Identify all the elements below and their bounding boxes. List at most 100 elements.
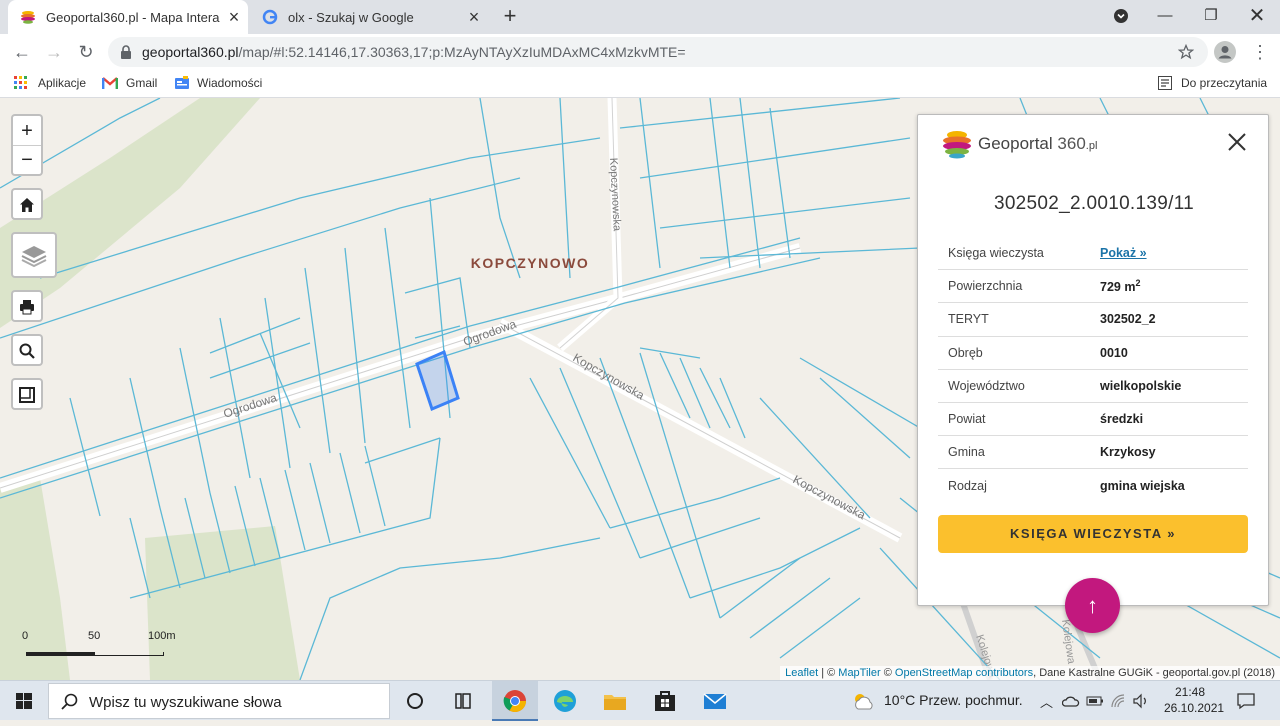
- tab-geoportal[interactable]: Geoportal360.pl - Mapa Interaktywna ×: [8, 0, 248, 34]
- news-icon: [175, 76, 189, 89]
- attr-row: Rodzaj gmina wiejska: [948, 478, 1185, 493]
- parcel-attributes: Księga wieczysta Pokaż » Powierzchnia 729 …: [938, 237, 1248, 503]
- selected-parcel[interactable]: [415, 349, 460, 412]
- taskbar-search-input[interactable]: Wpisz tu wyszukiwane słowa: [48, 683, 390, 719]
- bookmark-label: Wiadomości: [197, 76, 263, 90]
- geoportal-logo-icon: [21, 11, 35, 24]
- bookmark-label: Aplikacje: [38, 76, 87, 90]
- scroll-up-button[interactable]: ↑: [1065, 578, 1120, 633]
- tab-google[interactable]: olx - Szukaj w Google ×: [250, 0, 488, 34]
- weather-cloud-icon[interactable]: [852, 691, 876, 711]
- attr-row: Powierzchnia 729 m2: [938, 270, 1248, 304]
- osm-link[interactable]: OpenStreetMap contributors: [895, 667, 1033, 679]
- attribution-text: , Dane Kastralne GUGiK - geoportal.gov.p…: [1033, 667, 1275, 679]
- printer-icon: [20, 300, 34, 315]
- maptiler-link[interactable]: MapTiler: [838, 667, 880, 679]
- attr-row: Województwo wielkopolskie: [938, 370, 1248, 403]
- tab-title: Geoportal360.pl - Mapa Interaktywna: [46, 9, 220, 25]
- chevron-up-icon[interactable]: ︿: [1040, 692, 1053, 711]
- measure-button[interactable]: [11, 378, 43, 410]
- battery-icon[interactable]: [1086, 694, 1104, 708]
- scale-bar: [26, 652, 164, 656]
- home-button[interactable]: [11, 188, 43, 220]
- land-register-link[interactable]: Pokaż »: [1100, 246, 1147, 260]
- map-attribution: Leaflet | © MapTiler © OpenStreetMap con…: [780, 666, 1280, 680]
- zoom-in-button[interactable]: +: [13, 116, 41, 146]
- attr-row: Powiat średzki: [938, 403, 1248, 437]
- attr-row: Gmina Krzykosy: [938, 436, 1248, 470]
- close-window-button[interactable]: ✕: [1234, 0, 1280, 34]
- windows-start-icon[interactable]: [7, 685, 41, 717]
- geoportal-logo-icon: [943, 131, 971, 159]
- bookmark-label: Gmail: [126, 76, 158, 90]
- bookmark-gmail[interactable]: Gmail: [102, 76, 157, 90]
- cortana-icon[interactable]: [398, 685, 432, 717]
- reading-list-label: Do przeczytania: [1181, 76, 1268, 90]
- tab-search-button[interactable]: [1098, 0, 1144, 34]
- notifications-icon[interactable]: [1236, 691, 1256, 711]
- zoom-control: + −: [11, 114, 43, 176]
- task-view-icon[interactable]: [446, 685, 480, 717]
- edge-icon[interactable]: [548, 685, 582, 717]
- close-tab-icon[interactable]: ×: [460, 7, 488, 28]
- chevron-down-icon: [1114, 9, 1128, 24]
- search-placeholder: Wpisz tu wyszukiwane słowa: [89, 694, 282, 711]
- green-area: [0, 478, 70, 680]
- chrome-taskbar-button[interactable]: [492, 681, 538, 721]
- street-label: Kopczynowska: [607, 158, 623, 233]
- reading-list-button[interactable]: Do przeczytania: [1158, 76, 1267, 90]
- menu-dots-icon[interactable]: ⋮: [1246, 38, 1274, 66]
- bookmark-apps[interactable]: Aplikacje: [14, 76, 86, 90]
- parcel-info-panel: Geoportal 360.pl 302502_2.0010.139/11 Ks…: [917, 114, 1269, 606]
- ruler-icon: [19, 387, 35, 403]
- chrome-icon: [503, 690, 526, 712]
- mail-icon[interactable]: [698, 685, 732, 717]
- street-label: Kopczynowska: [571, 350, 648, 402]
- bookmark-news[interactable]: Wiadomości: [174, 76, 262, 90]
- clock-date: 26.10.2021: [1164, 701, 1225, 715]
- minimize-button[interactable]: —: [1142, 0, 1188, 34]
- green-area: [145, 526, 300, 680]
- omnibox[interactable]: geoportal360.pl/map/#l:52.14146,17.30363…: [108, 37, 1208, 67]
- reload-button[interactable]: ↻: [72, 38, 100, 66]
- geoportal-logo: Geoportal 360.pl: [942, 129, 1097, 159]
- new-tab-button[interactable]: +: [498, 4, 522, 30]
- forward-button[interactable]: →: [40, 38, 68, 66]
- system-clock[interactable]: 21:48 26.10.2021: [1164, 684, 1225, 716]
- apps-grid-icon: [14, 76, 27, 89]
- back-button[interactable]: ←: [8, 38, 36, 66]
- print-button[interactable]: [11, 290, 43, 322]
- lock-icon[interactable]: [120, 45, 132, 59]
- street-label: Kopczynowska: [791, 472, 869, 522]
- weather-text[interactable]: 10°C Przew. pochmur.: [884, 692, 1023, 708]
- attr-row: Księga wieczysta Pokaż »: [938, 237, 1248, 271]
- wifi-icon[interactable]: [1110, 693, 1126, 709]
- place-label: KOPCZYNOWO: [471, 255, 589, 271]
- scale-tick: 100m: [148, 630, 176, 642]
- url-text: geoportal360.pl/map/#l:52.14146,17.30363…: [142, 44, 686, 60]
- leaflet-link[interactable]: Leaflet: [785, 667, 818, 679]
- address-toolbar: ← → ↻ geoportal360.pl/map/#l:52.14146,17…: [0, 34, 1280, 70]
- close-icon[interactable]: [1226, 131, 1248, 153]
- home-icon: [20, 198, 34, 212]
- attr-row: Obręb 0010: [938, 337, 1248, 370]
- zoom-out-button[interactable]: −: [13, 146, 41, 176]
- logo-text: Geoportal 360.pl: [978, 134, 1098, 153]
- onedrive-icon[interactable]: [1062, 694, 1080, 708]
- attr-row: TERYT 302502_2: [938, 303, 1248, 337]
- profile-avatar[interactable]: [1214, 41, 1236, 63]
- layers-button[interactable]: [11, 232, 57, 278]
- close-tab-icon[interactable]: ×: [220, 7, 248, 28]
- maximize-button[interactable]: ❐: [1188, 0, 1234, 34]
- file-explorer-icon[interactable]: [598, 685, 632, 717]
- parcel-id: 302502_2.0010.139/11: [993, 193, 1195, 214]
- gmail-icon: [102, 77, 118, 89]
- volume-icon[interactable]: [1132, 693, 1150, 709]
- search-map-button[interactable]: [11, 334, 43, 366]
- land-register-button[interactable]: KSIĘGA WIECZYSTA »: [938, 515, 1248, 553]
- google-icon: [262, 9, 278, 25]
- reading-list-icon: [1158, 76, 1172, 90]
- store-icon[interactable]: [648, 685, 682, 717]
- star-icon[interactable]: [1178, 44, 1194, 60]
- bookmarks-bar: Aplikacje Gmail Wiadomości Do przeczytan…: [0, 70, 1280, 98]
